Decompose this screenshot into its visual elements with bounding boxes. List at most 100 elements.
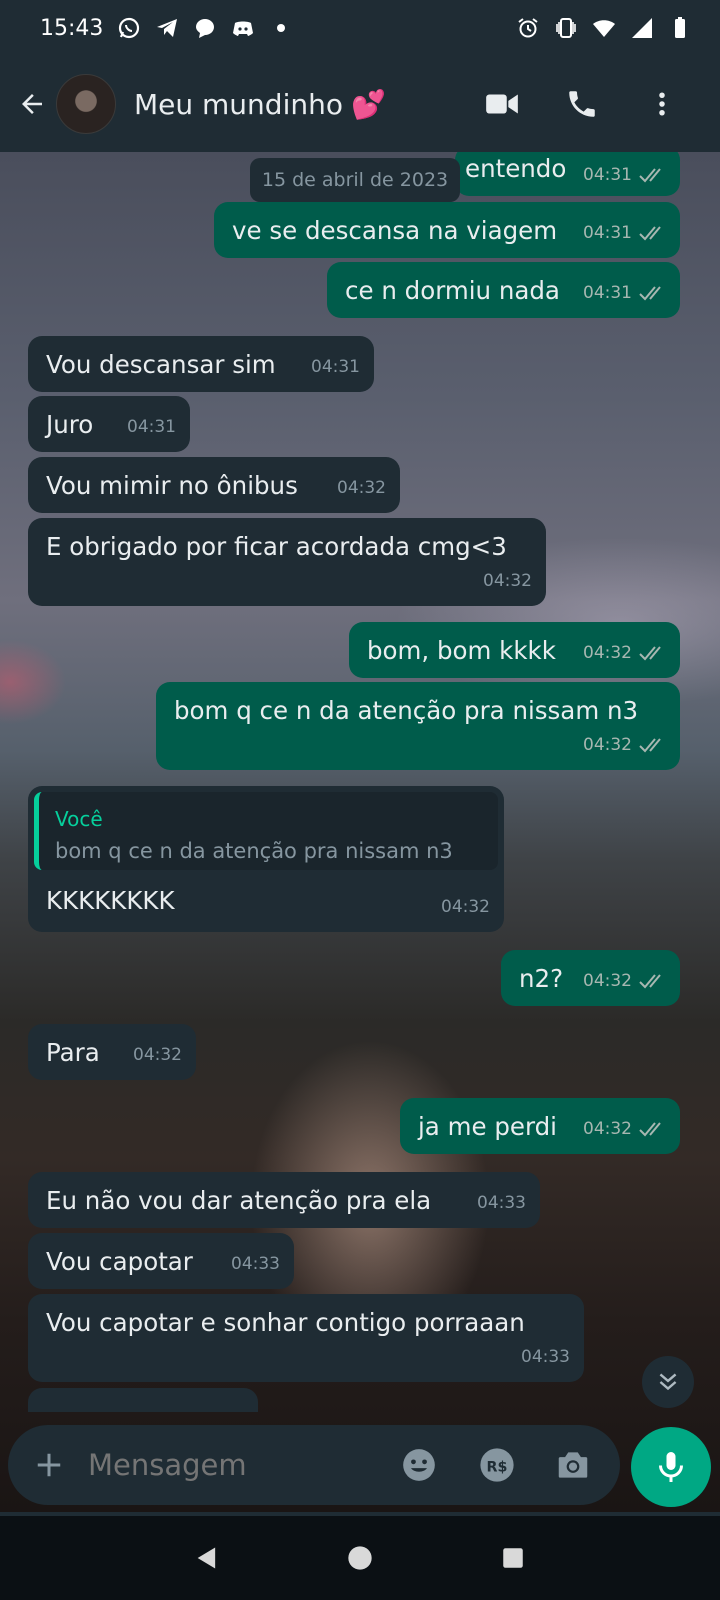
quoted-text: bom q ce n da atenção pra nissam n3 (55, 839, 453, 863)
chat-bubble-icon (196, 19, 215, 38)
message-time: 04:31 (583, 165, 632, 185)
message-text: ce n dormiu nada (345, 276, 560, 305)
nav-home-icon (348, 1546, 372, 1570)
message-meta: 04:33 (521, 1342, 570, 1372)
message-bubble-incoming-reply[interactable]: Você bom q ce n da atenção pra nissam n3… (28, 786, 504, 932)
vibrate-icon (556, 18, 576, 38)
message-time: 04:32 (337, 478, 386, 498)
nav-back-icon (197, 1547, 215, 1569)
message-meta: 04:32 (583, 638, 666, 668)
message-text: Para (46, 1038, 100, 1067)
emoji-button[interactable] (400, 1446, 438, 1484)
message-bubble-incoming[interactable]: Vou descansar sim 04:31 (28, 336, 374, 392)
more-options-button[interactable] (642, 84, 682, 124)
message-time: 04:33 (231, 1254, 280, 1274)
message-meta: 04:31 (583, 218, 666, 248)
message-time: 04:32 (483, 571, 532, 591)
message-bubble-outgoing[interactable]: entendo 04:31 (455, 152, 680, 196)
message-bubble-incoming[interactable]: Juro 04:31 (28, 396, 190, 452)
message-meta: 04:33 (477, 1188, 526, 1218)
video-call-icon (486, 94, 518, 114)
message-meta: 04:31 (583, 160, 666, 190)
voice-message-button[interactable] (631, 1427, 711, 1507)
message-composer: R$ (8, 1425, 620, 1505)
payment-icon: R$ (480, 1448, 514, 1482)
mic-icon (659, 1452, 683, 1482)
message-time: 04:32 (583, 971, 632, 991)
message-text: Vou descansar sim (46, 350, 276, 379)
message-time: 04:32 (583, 643, 632, 663)
message-text: bom q ce n da atenção pra nissam n3 (174, 696, 639, 725)
message-text: KKKKKKKK (46, 886, 175, 915)
message-time: 04:31 (311, 357, 360, 377)
nav-recents-icon (503, 1548, 524, 1568)
scroll-to-bottom-button[interactable] (642, 1356, 694, 1408)
attach-plus-button[interactable] (34, 1450, 64, 1480)
video-call-button[interactable] (482, 84, 522, 124)
message-time: 04:31 (127, 417, 176, 437)
message-bubble-outgoing[interactable]: bom q ce n da atenção pra nissam n3 04:3… (156, 682, 680, 770)
message-meta: 04:31 (127, 412, 176, 442)
contact-avatar[interactable] (56, 74, 116, 134)
message-bubble-incoming[interactable]: Vou capotar 04:33 (28, 1233, 294, 1289)
message-time: 04:31 (583, 223, 632, 243)
camera-icon (558, 1452, 588, 1478)
message-bubble-incoming[interactable]: Eu não vou dar atenção pra ela 04:33 (28, 1172, 540, 1228)
back-button[interactable] (12, 84, 52, 124)
alarm-icon (518, 18, 538, 38)
read-ticks-icon (639, 974, 661, 989)
message-meta: 04:32 (441, 892, 490, 922)
message-text: ja me perdi (418, 1112, 557, 1141)
read-ticks-icon (639, 738, 661, 753)
message-text: n2? (519, 964, 564, 993)
message-meta: 04:33 (231, 1249, 280, 1279)
message-text: entendo (465, 154, 567, 183)
more-options-icon (659, 92, 665, 116)
nav-recents-button[interactable] (493, 1538, 533, 1578)
voice-call-icon (569, 91, 595, 117)
message-meta: 04:32 (583, 730, 666, 760)
voice-call-button[interactable] (562, 84, 602, 124)
chat-title[interactable]: Meu mundinho 💕 (134, 88, 386, 121)
message-time: 04:33 (521, 1347, 570, 1367)
message-text: E obrigado por ficar acordada cmg<3 (46, 532, 507, 561)
emoji-icon (403, 1449, 435, 1481)
read-ticks-icon (639, 226, 661, 241)
camera-button[interactable] (554, 1446, 592, 1484)
read-ticks-icon (639, 286, 661, 301)
message-bubble-incoming[interactable]: E obrigado por ficar acordada cmg<3 04:3… (28, 518, 546, 606)
read-ticks-icon (639, 168, 661, 183)
message-input[interactable] (86, 1447, 386, 1483)
message-time: 04:32 (441, 897, 490, 917)
message-text: Eu não vou dar atenção pra ela (46, 1186, 432, 1215)
discord-icon (233, 21, 254, 36)
message-time: 04:32 (133, 1045, 182, 1065)
message-bubble-outgoing[interactable]: ve se descansa na viagem 04:31 (214, 202, 680, 258)
message-bubble-outgoing[interactable]: bom, bom kkkk 04:32 (349, 622, 680, 678)
svg-text:R$: R$ (487, 1459, 508, 1475)
signal-icon (632, 18, 652, 38)
dot-icon (277, 24, 286, 32)
message-bubble-outgoing[interactable]: n2? 04:32 (501, 950, 680, 1006)
message-bubble-incoming[interactable]: Para 04:32 (28, 1024, 196, 1080)
back-arrow-icon (22, 94, 42, 114)
nav-back-button[interactable] (187, 1538, 227, 1578)
double-chevron-down-icon (659, 1373, 677, 1391)
message-bubble-incoming[interactable]: Vou capotar e sonhar contigo porraaan 04… (28, 1294, 584, 1382)
payment-button[interactable]: R$ (478, 1446, 516, 1484)
message-bubble-partial[interactable] (28, 1388, 258, 1412)
telegram-icon (157, 19, 178, 37)
message-bubble-incoming[interactable]: Vou mimir no ônibus 04:32 (28, 457, 400, 513)
read-ticks-icon (639, 1122, 661, 1137)
quoted-message[interactable]: Você bom q ce n da atenção pra nissam n3 (34, 792, 498, 870)
message-text: ve se descansa na viagem (232, 216, 558, 245)
message-bubble-outgoing[interactable]: ce n dormiu nada 04:31 (327, 262, 680, 318)
plus-icon (37, 1453, 61, 1477)
message-meta: 04:32 (483, 566, 532, 596)
message-bubble-outgoing[interactable]: ja me perdi 04:32 (400, 1098, 680, 1154)
nav-home-button[interactable] (340, 1538, 380, 1578)
message-meta: 04:32 (337, 473, 386, 503)
message-time: 04:32 (583, 735, 632, 755)
message-time: 04:32 (583, 1119, 632, 1139)
message-list[interactable]: entendo 04:31 15 de abril de 2023 ve se … (0, 152, 720, 1412)
